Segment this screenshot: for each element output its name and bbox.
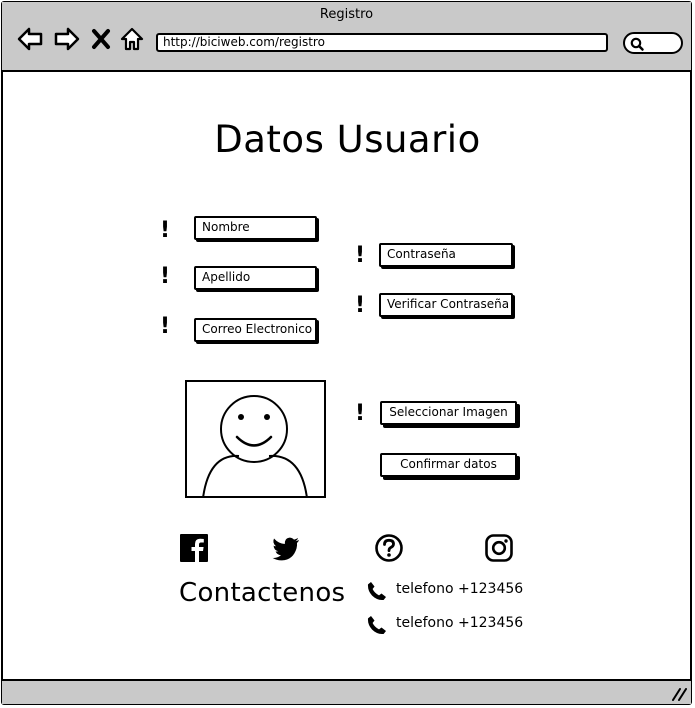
back-arrow-icon[interactable] — [16, 26, 44, 52]
instagram-icon[interactable] — [484, 533, 514, 563]
window-title: Registro — [319, 7, 374, 22]
required-mark: ! — [355, 401, 366, 426]
browser-window — [1, 1, 692, 705]
avatar-placeholder — [185, 380, 326, 498]
required-mark: ! — [160, 264, 171, 289]
browser-toolbar: Registro http://biciweb.com/registro — [2, 2, 691, 72]
required-mark: ! — [160, 314, 171, 339]
facebook-icon[interactable] — [179, 533, 209, 563]
password-field[interactable]: Contraseña — [379, 243, 513, 267]
phone-number: telefono +123456 — [396, 615, 524, 631]
required-mark: ! — [160, 218, 171, 243]
nombre-field[interactable]: Nombre — [194, 216, 317, 240]
browser-statusbar — [2, 679, 691, 704]
url-input[interactable]: http://biciweb.com/registro — [156, 33, 608, 52]
home-icon[interactable] — [119, 26, 145, 52]
apellido-field[interactable]: Apellido — [194, 266, 317, 290]
required-mark: ! — [355, 243, 366, 268]
confirm-data-button[interactable]: Confirmar datos — [380, 453, 517, 477]
contact-title: Contactenos — [179, 578, 346, 608]
page-title: Datos Usuario — [214, 118, 481, 161]
forward-arrow-icon[interactable] — [53, 26, 81, 52]
phone-number: telefono +123456 — [396, 581, 524, 597]
search-icon — [630, 37, 644, 51]
correo-field[interactable]: Correo Electronico — [194, 318, 317, 342]
required-mark: ! — [355, 293, 366, 318]
resize-handle-icon[interactable] — [671, 687, 687, 701]
verify-password-field[interactable]: Verificar Contraseña — [379, 293, 513, 317]
phone-icon — [367, 582, 386, 601]
search-field[interactable] — [623, 32, 683, 54]
help-icon[interactable] — [374, 533, 404, 563]
phone-icon — [367, 616, 386, 635]
user-avatar-icon — [202, 395, 308, 496]
select-image-button[interactable]: Seleccionar Imagen — [380, 401, 517, 425]
close-icon[interactable] — [90, 26, 112, 52]
twitter-icon[interactable] — [271, 533, 301, 563]
